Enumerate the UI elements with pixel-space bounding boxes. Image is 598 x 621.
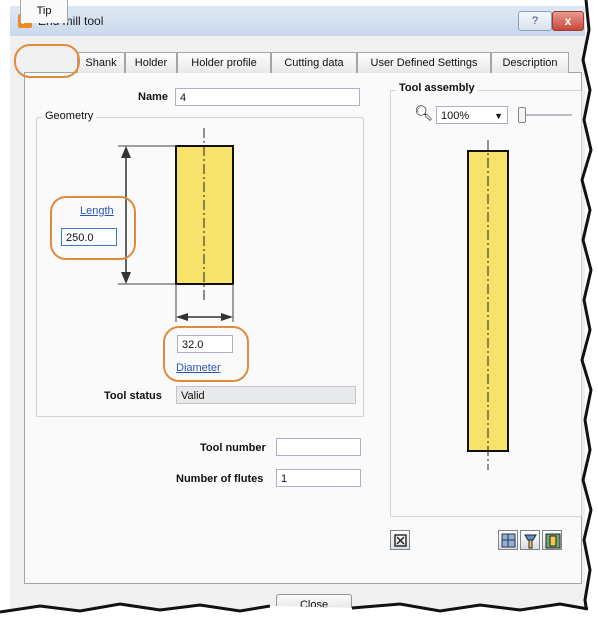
diameter-highlight [163,326,249,382]
tool-assembly-title: Tool assembly [396,82,478,94]
shank-view-icon[interactable] [542,530,562,550]
dropdown-arrow-icon: ▼ [494,111,503,121]
zoom-slider-icon[interactable] [518,107,526,123]
tool-number-field[interactable] [276,438,361,456]
length-highlight [50,196,136,260]
flutes-field[interactable]: 1 [276,469,361,487]
tool-status-label: Tool status [104,390,162,402]
zoom-value: 100% [441,110,470,122]
zoom-select[interactable]: 100% ▼ [436,106,508,124]
tool-status-field: Valid [176,386,356,404]
tab-tip[interactable]: Tip [20,0,68,23]
tool-number-label: Tool number [200,442,266,454]
magnifier-icon: 🔍︎ [414,105,434,122]
tool-assembly-group [390,90,582,517]
zoom-slider[interactable] [522,114,572,116]
close-button[interactable]: Close [276,594,352,616]
holder-view-icon[interactable] [520,530,540,550]
assembly-view-icon[interactable] [498,530,518,550]
fit-view-icon[interactable] [390,530,410,550]
flutes-label: Number of flutes [176,473,264,485]
dialog-window: P End mill tool ? x Tip Shank Holder Hol… [0,0,598,621]
